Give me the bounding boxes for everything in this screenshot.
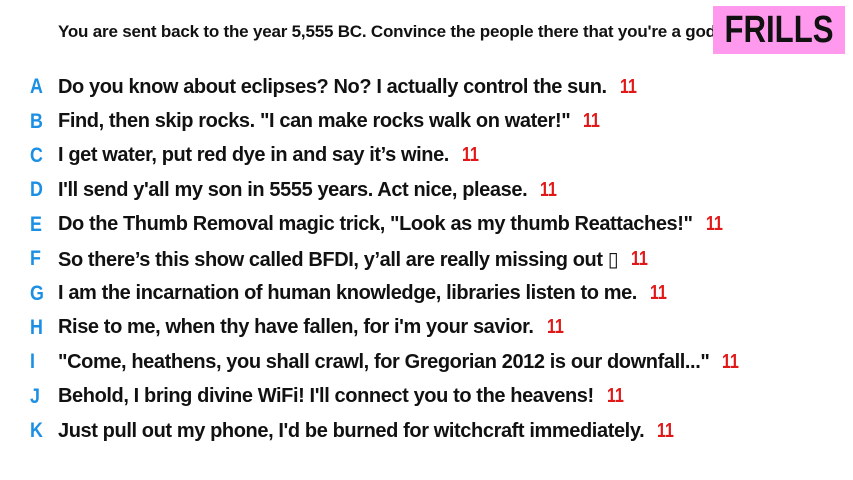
answer-row: K Just pull out my phone, I'd be burned f… (30, 414, 744, 448)
answer-text: So there’s this show called BFDI, y’all … (58, 248, 619, 271)
answer-score: 11 (657, 419, 675, 442)
answer-letter: B (30, 109, 43, 133)
answer-text: Behold, I bring divine WiFi! I'll connec… (58, 385, 594, 408)
answer-letter: H (30, 315, 43, 339)
answer-score: 11 (546, 316, 564, 339)
answer-row: I "Come, heathens, you shall crawl, for G… (30, 345, 744, 379)
answer-text: Rise to me, when thy have fallen, for i'… (58, 316, 534, 339)
answer-row: B Find, then skip rocks. "I can make rock… (30, 104, 744, 138)
answer-score: 11 (606, 385, 624, 408)
answer-score: 11 (583, 110, 601, 133)
answer-row: H Rise to me, when thy have fallen, for i… (30, 311, 744, 345)
answer-score: 11 (722, 350, 740, 373)
answer-letter: D (30, 178, 43, 202)
answer-text: "Come, heathens, you shall crawl, for Gr… (58, 350, 710, 373)
answer-row: D I'll send y'all my son in 5555 years. A… (30, 173, 744, 207)
answer-letter: F (30, 247, 41, 271)
answer-text: Do you know about eclipses? No? I actual… (58, 75, 607, 98)
answer-score: 11 (540, 178, 558, 201)
prompt-text: You are sent back to the year 5,555 BC. … (58, 22, 721, 41)
answer-letter: G (30, 281, 44, 305)
answer-letter: K (30, 419, 43, 443)
answer-text: Find, then skip rocks. "I can make rocks… (58, 110, 571, 133)
answer-letter: C (30, 143, 43, 167)
answer-score: 11 (649, 282, 667, 305)
answer-score: 11 (619, 75, 637, 98)
contestant-badge: FRILLS (724, 8, 834, 51)
answer-list: A Do you know about eclipses? No? I actua… (30, 70, 744, 448)
answer-score: 11 (461, 144, 479, 167)
answer-text: I'll send y'all my son in 5555 years. Ac… (58, 178, 528, 201)
answer-score: 11 (705, 213, 723, 236)
answer-row: C I get water, put red dye in and say it’… (30, 139, 744, 173)
answer-letter: J (30, 384, 40, 408)
answer-letter: E (30, 212, 42, 236)
answer-letter: A (30, 75, 43, 99)
answer-row: A Do you know about eclipses? No? I actua… (30, 70, 744, 104)
answer-text: Just pull out my phone, I'd be burned fo… (58, 419, 645, 442)
answer-text: I am the incarnation of human knowledge,… (58, 282, 637, 305)
answer-text: I get water, put red dye in and say it’s… (58, 144, 449, 167)
answer-text: Do the Thumb Removal magic trick, "Look … (58, 213, 693, 236)
answer-score: 11 (631, 247, 649, 270)
answer-letter: I (30, 350, 35, 374)
answer-row: E Do the Thumb Removal magic trick, "Look… (30, 208, 744, 242)
answer-row: F So there’s this show called BFDI, y’all… (30, 242, 744, 276)
answer-row: G I am the incarnation of human knowledge… (30, 276, 744, 310)
answer-row: J Behold, I bring divine WiFi! I'll conne… (30, 380, 744, 414)
